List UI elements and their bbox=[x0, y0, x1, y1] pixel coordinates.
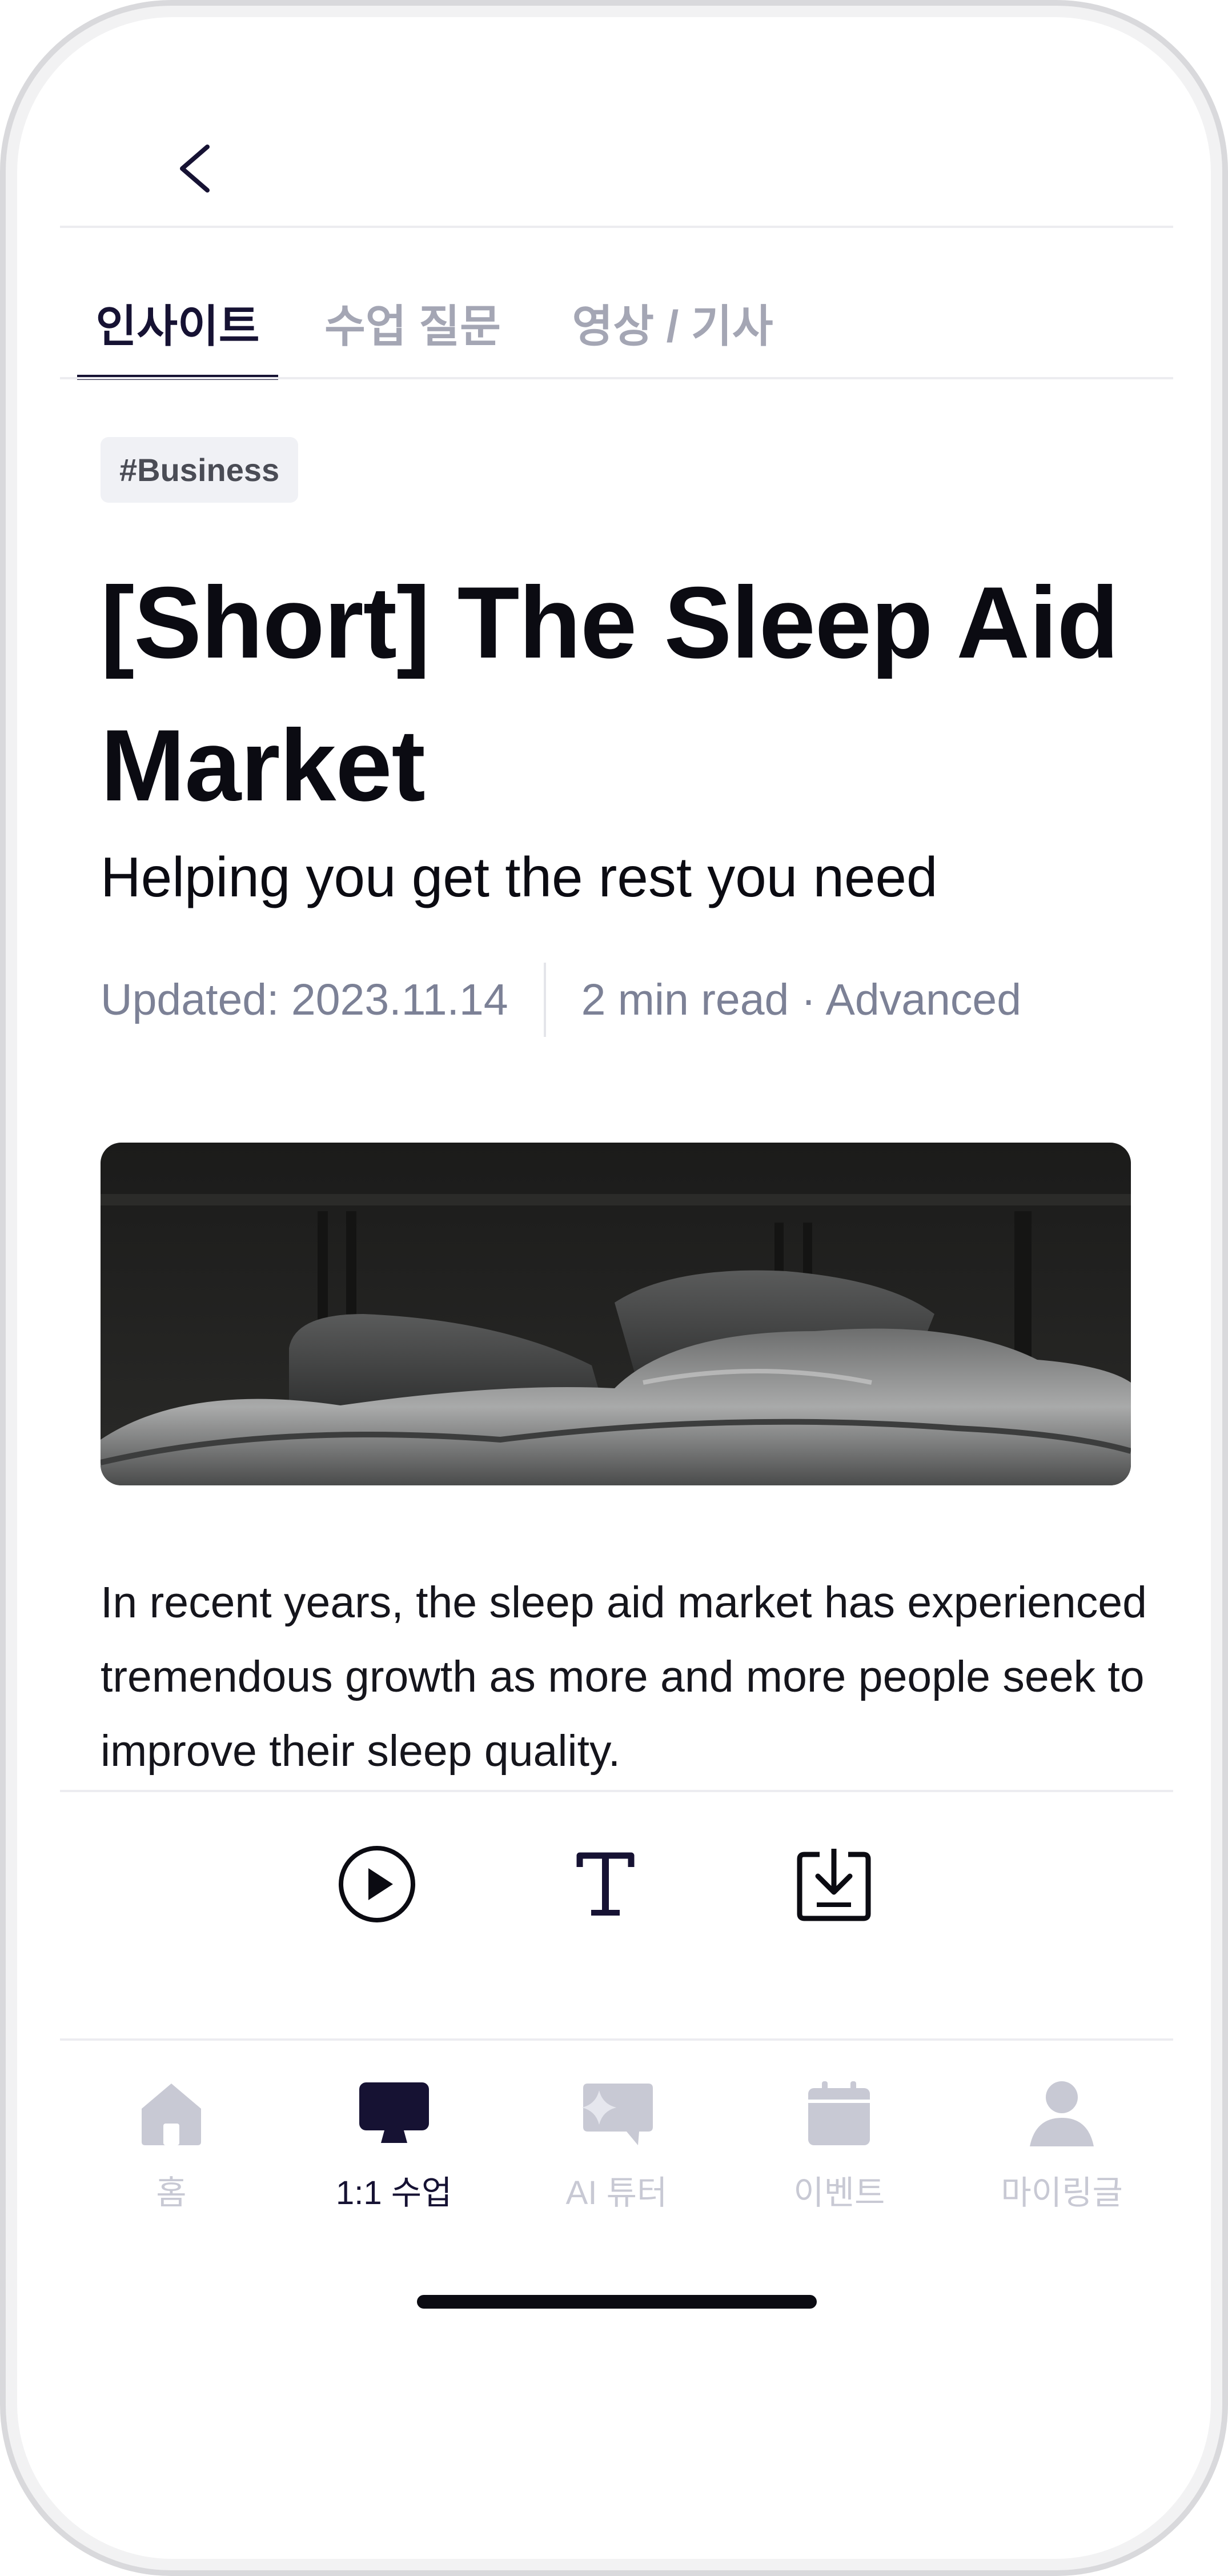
phone-frame: 인사이트 수업 질문 영상 / 기사 #Business [Short] The… bbox=[0, 0, 1228, 2576]
nav-my-ringle-label: 마이링글 bbox=[1001, 2174, 1123, 2212]
download-button[interactable] bbox=[791, 1841, 877, 1927]
nav-event-label: 이벤트 bbox=[793, 2174, 885, 2212]
tab-bar: 인사이트 수업 질문 영상 / 기사 bbox=[77, 269, 788, 380]
play-icon bbox=[339, 1846, 415, 1922]
phone-bezel: 인사이트 수업 질문 영상 / 기사 #Business [Short] The… bbox=[6, 6, 1222, 2570]
text-size-icon bbox=[576, 1852, 635, 1916]
play-button[interactable] bbox=[334, 1841, 420, 1927]
updated-date: Updated: 2023.11.14 bbox=[101, 975, 508, 1024]
hero-image bbox=[101, 1143, 1131, 1485]
chevron-left-icon bbox=[180, 145, 210, 193]
profile-icon bbox=[1030, 2081, 1094, 2146]
monitor-icon bbox=[359, 2082, 429, 2143]
nav-ai-tutor[interactable]: AI 튜터 bbox=[505, 2042, 728, 2214]
tab-video-articles[interactable]: 영상 / 기사 bbox=[557, 269, 788, 377]
nav-home[interactable]: 홈 bbox=[60, 2042, 283, 2214]
nav-class-label: 1:1 수업 bbox=[335, 2174, 452, 2212]
article-subtitle: Helping you get the rest you need bbox=[101, 846, 938, 908]
screen: 인사이트 수업 질문 영상 / 기사 #Business [Short] The… bbox=[17, 17, 1211, 2559]
tabs-divider bbox=[60, 377, 1173, 379]
nav-divider bbox=[60, 2038, 1173, 2041]
home-icon bbox=[141, 2084, 201, 2145]
download-icon bbox=[797, 1849, 871, 1921]
text-size-button[interactable] bbox=[563, 1841, 648, 1927]
tab-class-questions[interactable]: 수업 질문 bbox=[297, 269, 528, 377]
article-title: [Short] The Sleep Aid Market bbox=[101, 566, 1119, 822]
calendar-icon bbox=[808, 2081, 870, 2145]
meta-separator bbox=[543, 963, 546, 1037]
nav-my-ringle[interactable]: 마이링글 bbox=[950, 2042, 1173, 2214]
nav-home-label: 홈 bbox=[156, 2174, 187, 2212]
tab-insight[interactable]: 인사이트 bbox=[77, 269, 278, 380]
nav-class[interactable]: 1:1 수업 bbox=[283, 2042, 505, 2214]
category-tag: #Business bbox=[101, 437, 299, 503]
ai-chat-icon bbox=[582, 2084, 653, 2145]
nav-event[interactable]: 이벤트 bbox=[728, 2042, 950, 2214]
home-indicator[interactable] bbox=[417, 2295, 817, 2309]
action-bar bbox=[17, 1790, 1211, 2036]
back-button[interactable] bbox=[160, 126, 228, 211]
read-info: 2 min read · Advanced bbox=[581, 975, 1022, 1024]
article-body: In recent years, the sleep aid market ha… bbox=[101, 1578, 1147, 1776]
header-divider bbox=[60, 226, 1173, 228]
bottom-nav: 홈 1:1 수업 AI 튜터 이벤트 마이링글 bbox=[60, 2042, 1173, 2214]
bed-image bbox=[101, 1143, 1131, 1485]
nav-ai-tutor-label: AI 튜터 bbox=[565, 2174, 668, 2212]
article-meta: Updated: 2023.11.14 2 min read · Advance… bbox=[101, 960, 1021, 1040]
